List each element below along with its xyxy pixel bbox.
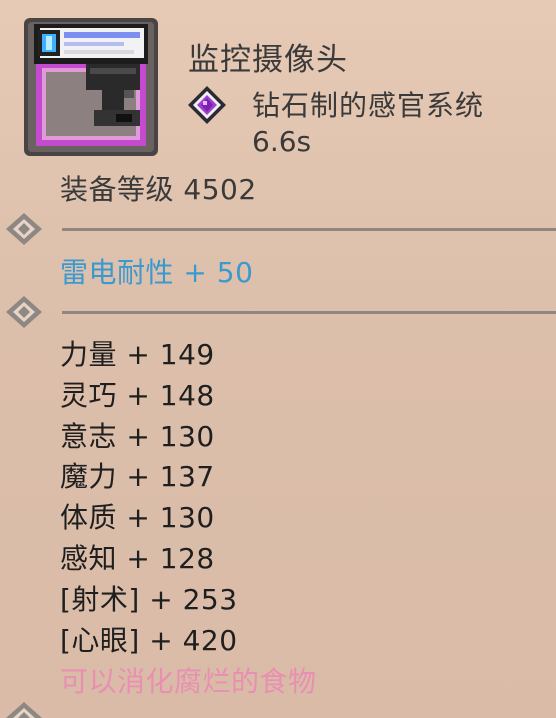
stat-eye-of-mind: [心眼] + 420 (60, 623, 238, 657)
stat-dexterity: 灵巧 + 148 (60, 378, 215, 412)
equip-level: 装备等级 4502 (60, 173, 257, 206)
diamond-divider-icon (6, 702, 42, 718)
lightning-resist: 雷电耐性 + 50 (60, 256, 254, 289)
item-time: 6.6s (252, 125, 312, 158)
stat-marksmanship: [射术] + 253 (60, 582, 238, 616)
item-tooltip: 监控摄像头 钻石制的感官系统 6.6s 装备等级 4502 雷电耐性 + 50 … (0, 0, 556, 718)
stat-perception: 感知 + 128 (60, 541, 215, 575)
diamond-gem-icon (188, 86, 226, 124)
stat-will: 意志 + 130 (60, 419, 215, 453)
stat-strength: 力量 + 149 (60, 338, 215, 371)
divider-line (62, 228, 556, 231)
stat-list: 力量 + 149 灵巧 + 148 意志 + 130 魔力 + 137 体质 +… (60, 335, 238, 661)
security-camera-icon (24, 18, 158, 156)
section-divider (0, 209, 556, 249)
item-type: 钻石制的感官系统 (252, 89, 485, 122)
stat-constitution: 体质 + 130 (60, 501, 215, 535)
item-name: 监控摄像头 (188, 42, 348, 78)
section-divider (0, 292, 556, 332)
diamond-divider-icon (6, 213, 42, 245)
diamond-divider-icon (6, 296, 42, 328)
stat-magic: 魔力 + 137 (60, 460, 215, 494)
divider-line (62, 311, 556, 314)
special-effect: 可以消化腐烂的食物 (60, 665, 317, 698)
